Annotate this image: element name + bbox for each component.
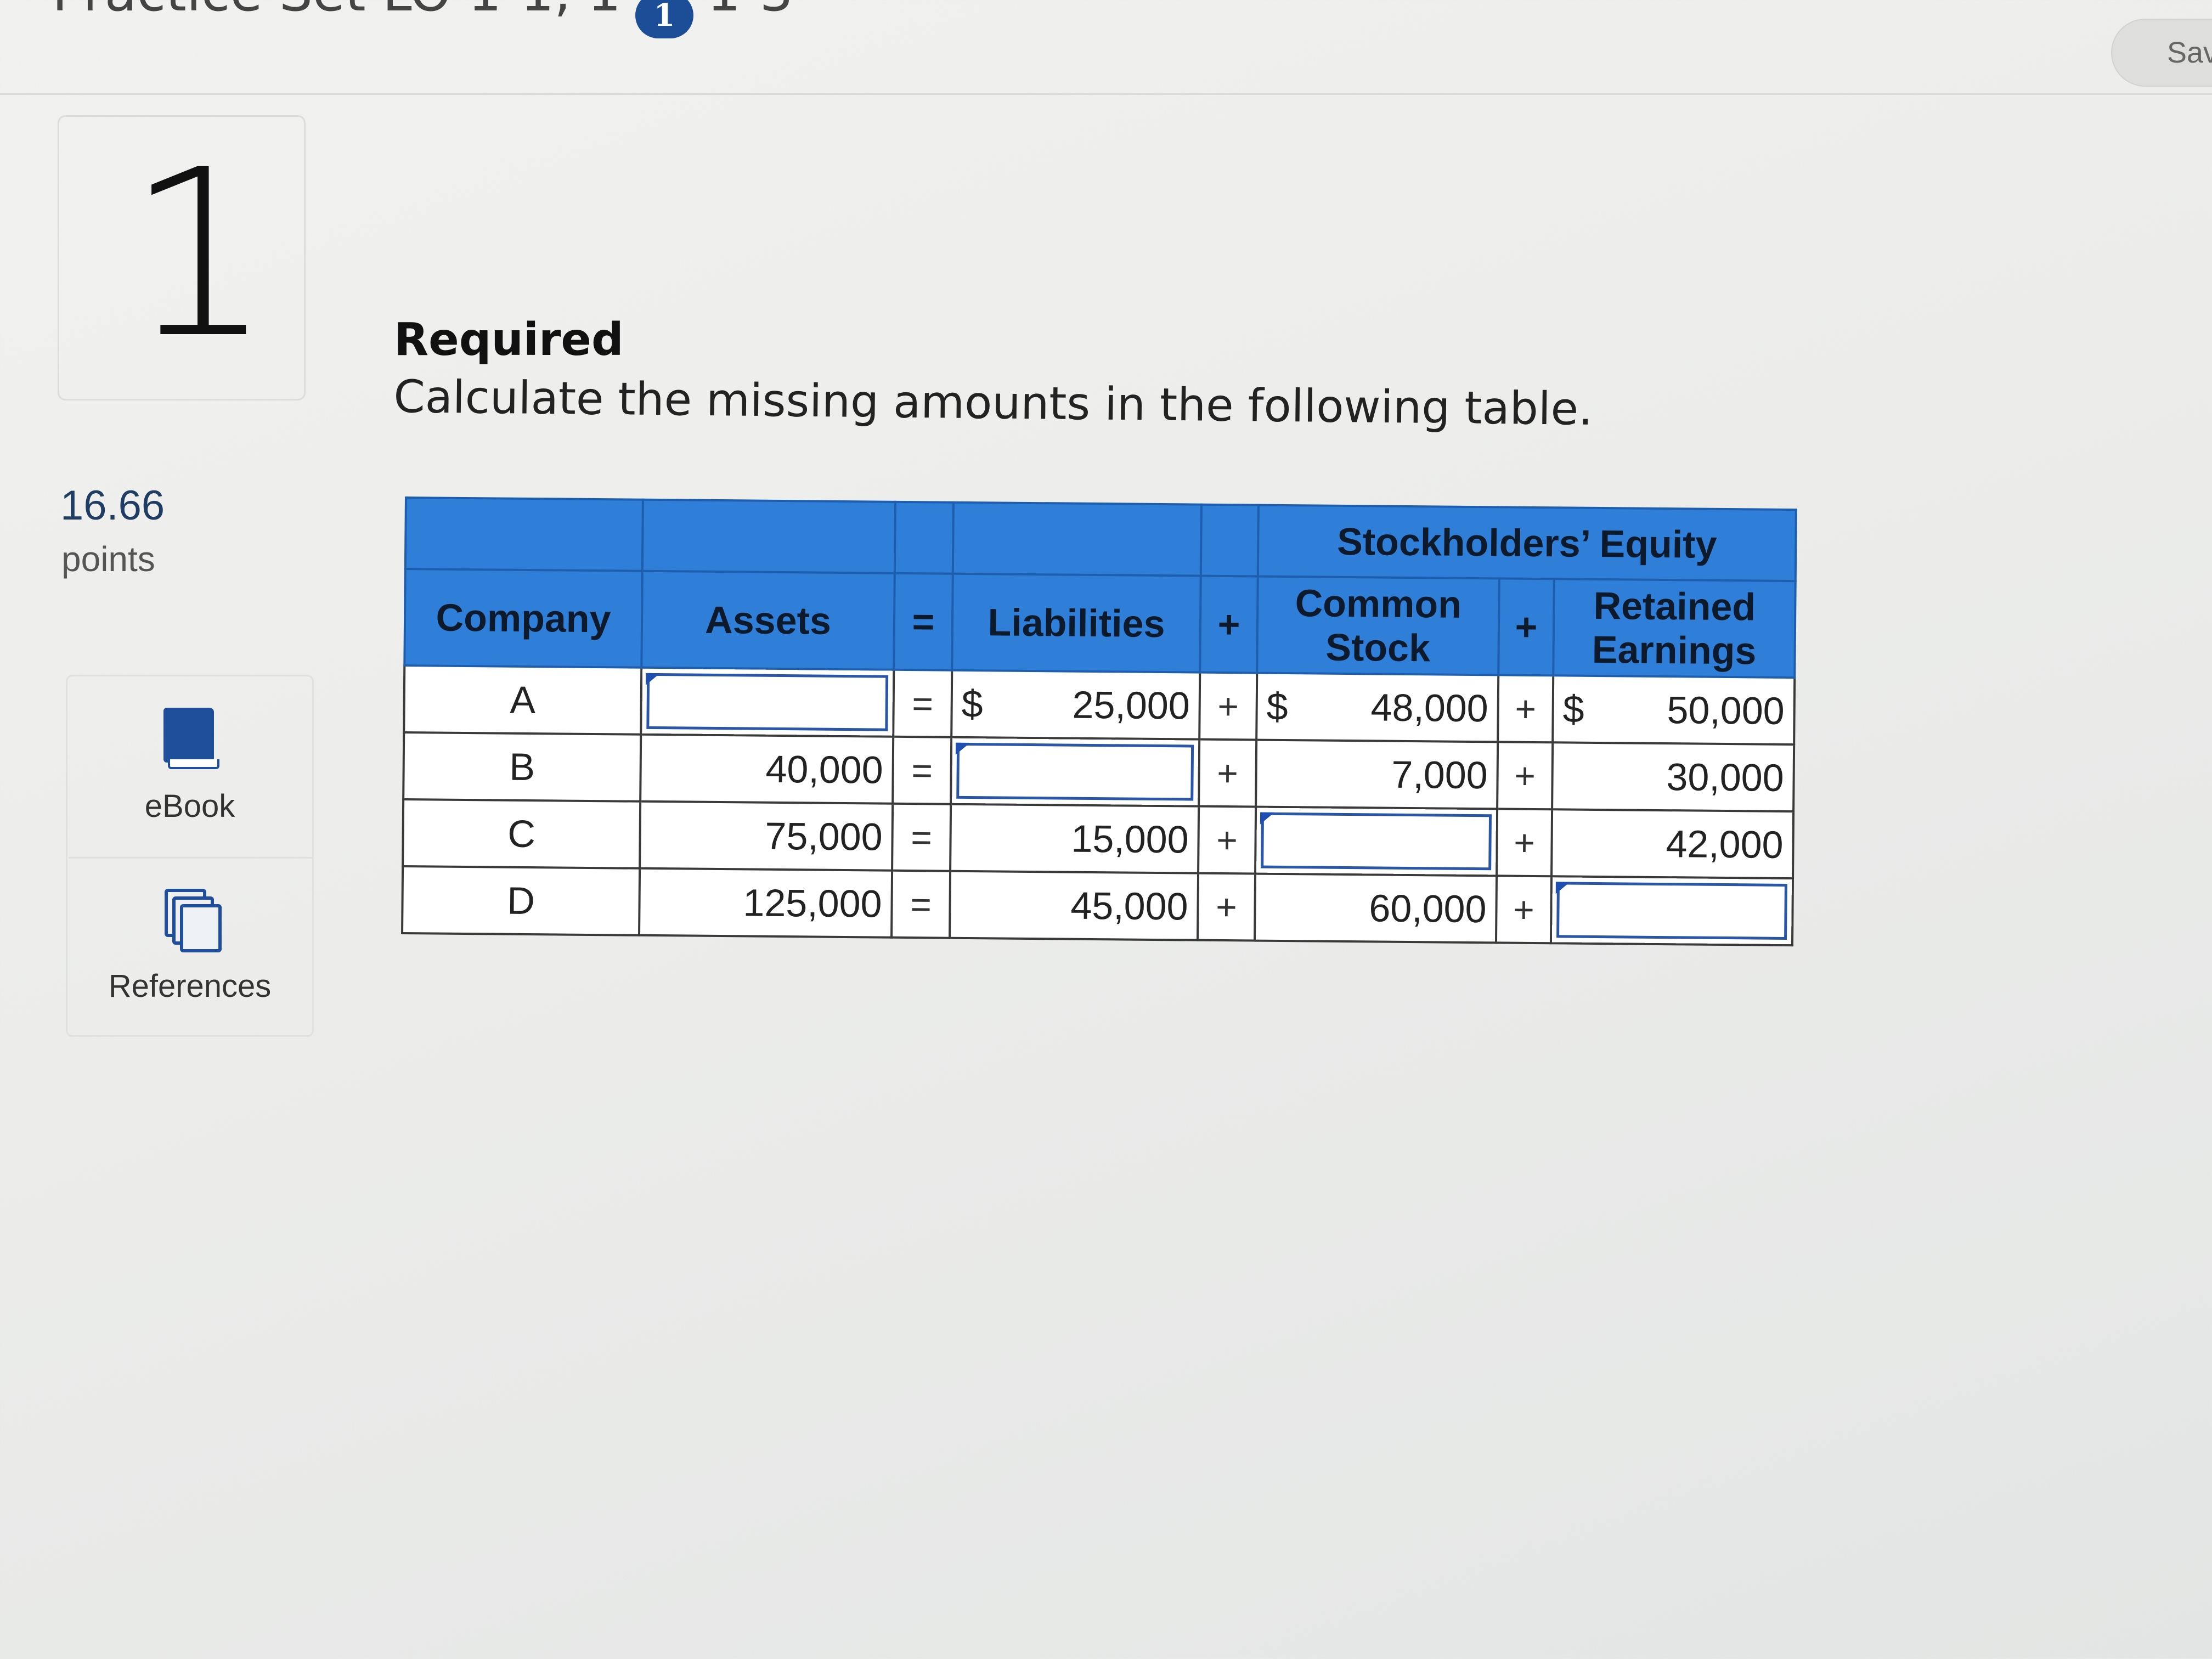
- equals-sign: =: [892, 803, 951, 871]
- flag-icon: [1260, 812, 1275, 825]
- common-stock-value: 60,000: [1254, 873, 1497, 943]
- retained-earnings-cell: [1550, 876, 1793, 946]
- retained-earnings-value: 50,000: [1667, 689, 1785, 732]
- assets-value: 125,000: [639, 868, 893, 938]
- ebook-label: eBook: [144, 788, 235, 824]
- question-number: 1: [126, 121, 273, 389]
- ebook-button[interactable]: eBook: [66, 708, 314, 825]
- common-stock-value: 7,000: [1256, 740, 1498, 809]
- liabilities-cell: [951, 737, 1200, 806]
- flag-icon: [646, 673, 661, 686]
- plus-header: +: [1498, 578, 1554, 676]
- info-badge[interactable]: 1: [635, 0, 693, 38]
- plus-sign: +: [1498, 675, 1554, 743]
- required-heading: Required: [394, 314, 624, 366]
- header-spacer: [1200, 504, 1259, 577]
- liabilities-value: 25,000: [1072, 683, 1190, 727]
- plus-header: +: [1200, 575, 1258, 673]
- resources-divider: [69, 857, 313, 859]
- plus-sign: +: [1197, 873, 1256, 941]
- header-spacer: [952, 502, 1201, 576]
- accounting-equation-table: Stockholders’ Equity Company Assets = Li…: [401, 496, 1797, 946]
- points-value: 16.66: [60, 482, 165, 529]
- company-cell: A: [404, 665, 642, 735]
- liabilities-input-b[interactable]: [956, 742, 1194, 801]
- flag-icon: [1555, 882, 1570, 894]
- common-stock-header: Common Stock: [1257, 576, 1499, 675]
- plus-sign: +: [1199, 739, 1257, 807]
- assets-header: Assets: [641, 571, 895, 670]
- retained-earnings-header: Retained Earnings: [1553, 579, 1796, 678]
- liabilities-header: Liabilities: [952, 573, 1201, 673]
- plus-sign: +: [1199, 672, 1257, 740]
- stockholders-equity-header: Stockholders’ Equity: [1257, 505, 1796, 582]
- retained-earnings-value: 42,000: [1551, 809, 1794, 879]
- points-label: points: [61, 539, 155, 579]
- assets-value: 75,000: [640, 801, 893, 871]
- assets-input-a[interactable]: [646, 673, 889, 731]
- book-icon: [163, 708, 219, 769]
- retained-earnings-input-d[interactable]: [1556, 882, 1787, 940]
- common-stock-value: 48,000: [1370, 686, 1489, 730]
- retained-earnings-value: 30,000: [1552, 742, 1795, 812]
- plus-sign: +: [1496, 876, 1552, 944]
- common-stock-cell: [1255, 806, 1498, 876]
- equals-sign: =: [891, 870, 951, 938]
- header-spacer: [405, 498, 643, 571]
- currency-symbol: $: [1562, 687, 1584, 731]
- equals-sign: =: [893, 669, 952, 737]
- table-row: B 40,000 = + 7,000 + 30,000: [403, 732, 1795, 812]
- save-button[interactable]: Sav: [2111, 19, 2212, 87]
- company-cell: B: [403, 732, 641, 802]
- header-spacer: [894, 501, 953, 574]
- plus-sign: +: [1497, 809, 1553, 877]
- top-bar: Practice Set LO 1-1, 1-2, 1-3 1 Sav: [0, 0, 2212, 95]
- currency-symbol: $: [961, 682, 984, 726]
- references-label: References: [108, 968, 272, 1004]
- company-cell: D: [402, 866, 640, 935]
- plus-sign: +: [1497, 742, 1553, 810]
- assets-cell: [641, 667, 894, 737]
- plus-sign: +: [1198, 806, 1256, 874]
- question-instruction: Calculate the missing amounts in the fol…: [393, 371, 1593, 436]
- liabilities-value: 15,000: [950, 804, 1199, 873]
- header-spacer: [642, 499, 895, 573]
- equals-header: =: [894, 573, 953, 670]
- retained-earnings-cell: $50,000: [1553, 675, 1795, 745]
- company-cell: C: [403, 799, 641, 868]
- liabilities-cell: $25,000: [951, 670, 1200, 740]
- liabilities-value: 45,000: [950, 871, 1199, 940]
- references-icon: [162, 889, 222, 952]
- common-stock-input-c[interactable]: [1261, 812, 1492, 871]
- currency-symbol: $: [1266, 685, 1288, 729]
- table-row: A = $25,000 + $48,000 + $50,000: [404, 665, 1795, 745]
- references-button[interactable]: References: [66, 889, 314, 1005]
- flag-icon: [955, 742, 970, 755]
- company-header: Company: [404, 569, 642, 668]
- table-row: D 125,000 = 45,000 + 60,000 +: [402, 866, 1793, 946]
- equals-sign: =: [893, 736, 952, 804]
- common-stock-cell: $48,000: [1256, 673, 1499, 742]
- table-row: C 75,000 = 15,000 + + 42,000: [403, 799, 1794, 879]
- assets-value: 40,000: [640, 734, 894, 804]
